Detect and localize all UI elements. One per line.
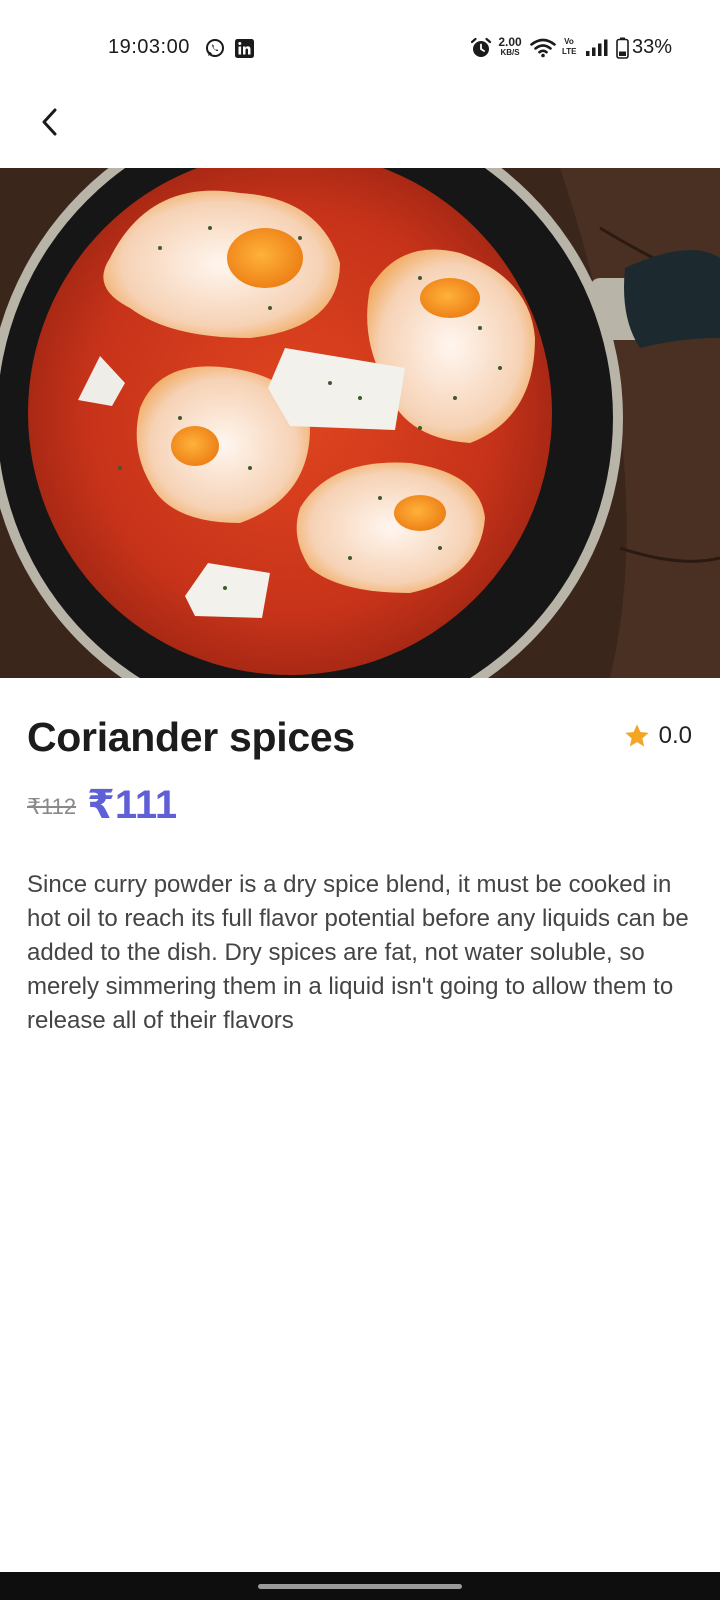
signal-icon <box>584 37 612 59</box>
whatsapp-icon <box>204 37 226 59</box>
network-speed-value: 2.00 <box>498 35 522 49</box>
product-detail-screen: 19:03:00 2.00 KB/S Vo LTE 33% Coriander … <box>0 0 720 1600</box>
volte-top-label: Vo <box>564 37 574 46</box>
product-description: Since curry powder is a dry spice blend,… <box>27 871 689 1034</box>
battery-percentage: 33% <box>632 36 673 58</box>
rating-value: 0.0 <box>658 722 692 749</box>
star-icon <box>624 724 649 747</box>
product-rating: 0.0 <box>623 722 692 750</box>
alarm-icon <box>470 37 492 59</box>
volte-bottom-label: LTE <box>562 47 577 56</box>
battery-icon <box>615 37 629 59</box>
system-navigation-bar <box>0 1572 720 1600</box>
home-indicator[interactable] <box>258 1584 462 1589</box>
product-title: Coriander spices <box>27 714 355 760</box>
discounted-price: ₹111 <box>87 783 178 827</box>
status-bar: 19:03:00 2.00 KB/S Vo LTE 33% <box>0 0 720 96</box>
network-speed-unit: KB/S <box>500 48 520 57</box>
linkedin-icon <box>234 37 254 59</box>
network-speed: 2.00 KB/S <box>494 36 526 57</box>
status-time: 19:03:00 <box>108 36 190 58</box>
volte-indicator: Vo LTE <box>562 37 577 57</box>
back-button[interactable] <box>24 96 76 148</box>
original-price: ₹112 <box>27 794 77 819</box>
product-image <box>0 168 720 678</box>
wifi-icon <box>530 37 556 59</box>
chevron-left-icon <box>42 108 57 136</box>
